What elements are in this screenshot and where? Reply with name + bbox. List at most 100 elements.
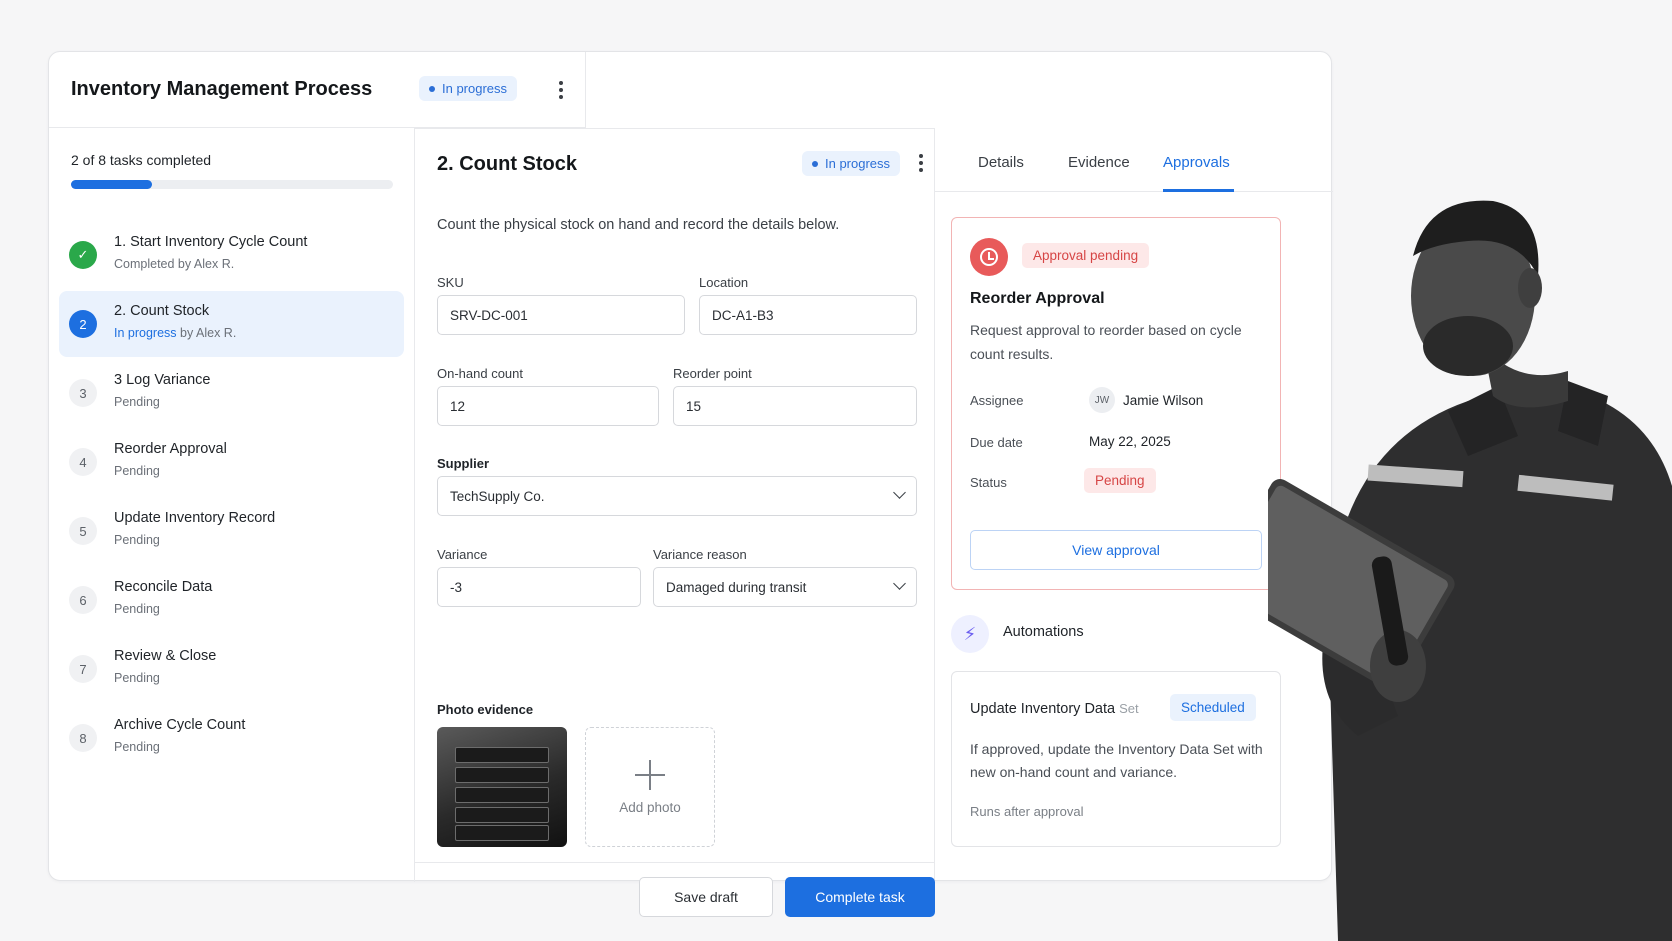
assignee-name: Jamie Wilson <box>1123 392 1204 408</box>
task-subtitle: Pending <box>114 395 160 409</box>
tab-evidence[interactable]: Evidence <box>1068 154 1130 171</box>
chevron-down-icon <box>893 486 906 499</box>
task-number: 7 <box>69 655 97 683</box>
scheduled-badge: Scheduled <box>1170 694 1256 721</box>
task-list-panel: 2 of 8 tasks completed ✓ 1. Start Invent… <box>49 128 415 882</box>
variance-input[interactable]: -3 <box>437 567 641 607</box>
worker-illustration <box>1268 196 1672 941</box>
tab-details[interactable]: Details <box>978 154 1024 171</box>
save-draft-button[interactable]: Save draft <box>639 877 773 917</box>
approval-pending-badge: Approval pending <box>1022 243 1150 268</box>
task-title: Reconcile Data <box>114 579 213 595</box>
task-title: Reorder Approval <box>114 441 227 457</box>
variance-reason-value: Damaged during transit <box>666 579 807 595</box>
approval-title: Reorder Approval <box>970 290 1105 307</box>
sku-input[interactable]: SRV-DC-001 <box>437 295 685 335</box>
footer-divider <box>415 862 935 863</box>
photo-evidence-label: Photo evidence <box>437 702 534 717</box>
on-hand-input[interactable]: 12 <box>437 386 659 426</box>
task-item-5[interactable]: 5 Update Inventory Record Pending <box>59 498 404 564</box>
automations-header: ⚡ Automations <box>951 613 1281 653</box>
reorder-point-label: Reorder point <box>673 366 752 381</box>
side-tabs: Details Evidence Approvals <box>935 128 1333 192</box>
task-subtitle: Completed by Alex R. <box>114 257 235 271</box>
task-item-7[interactable]: 7 Review & Close Pending <box>59 636 404 702</box>
task-title: 3 Log Variance <box>114 372 211 388</box>
approval-card: Approval pending Reorder Approval Reques… <box>951 217 1281 590</box>
variance-label: Variance <box>437 547 488 562</box>
due-date-label: Due date <box>970 435 1023 450</box>
automation-card[interactable]: Update Inventory Data Set Scheduled If a… <box>951 671 1281 847</box>
supplier-select[interactable]: TechSupply Co. <box>437 476 917 516</box>
task-item-4[interactable]: 4 Reorder Approval Pending <box>59 429 404 495</box>
task-item-6[interactable]: 6 Reconcile Data Pending <box>59 567 404 633</box>
sku-label: SKU <box>437 275 464 290</box>
task-item-8[interactable]: 8 Archive Cycle Count Pending <box>59 705 404 771</box>
automations-title: Automations <box>1003 624 1084 640</box>
check-icon: ✓ <box>69 241 97 269</box>
process-more-icon[interactable] <box>549 78 573 102</box>
status-badge: Pending <box>1084 468 1156 493</box>
task-number: 8 <box>69 724 97 752</box>
automation-footer: Runs after approval <box>970 804 1084 819</box>
task-subtitle: In progress by Alex R. <box>114 326 236 340</box>
lightning-icon: ⚡ <box>951 615 989 653</box>
clock-icon <box>970 238 1008 276</box>
assignee-value: JW Jamie Wilson <box>1089 387 1203 413</box>
view-approval-button[interactable]: View approval <box>970 530 1262 570</box>
task-subtitle: Pending <box>114 671 160 685</box>
status-dot-icon <box>812 160 818 167</box>
task-status-badge: In progress <box>802 151 901 176</box>
task-number: 2 <box>69 310 97 338</box>
automation-title: Update Inventory Data Set <box>970 701 1139 717</box>
add-photo-label: Add photo <box>619 799 681 815</box>
task-status-text: In progress <box>825 156 891 171</box>
supplier-label: Supplier <box>437 456 490 471</box>
plus-icon <box>635 759 665 790</box>
variance-reason-select[interactable]: Damaged during transit <box>653 567 917 607</box>
due-date-value: May 22, 2025 <box>1089 434 1171 449</box>
task-detail-title: 2. Count Stock <box>437 153 578 175</box>
process-title: Inventory Management Process <box>71 78 373 100</box>
task-item-2[interactable]: 2 2. Count Stock In progress by Alex R. <box>59 291 404 357</box>
progress-label: 2 of 8 tasks completed <box>71 152 212 168</box>
task-detail-panel: 2. Count Stock In progress Count the phy… <box>415 128 935 917</box>
process-window: Inventory Management Process In progress… <box>48 51 1333 917</box>
complete-task-button[interactable]: Complete task <box>785 877 935 917</box>
task-title: 2. Count Stock <box>114 303 210 319</box>
avatar: JW <box>1089 387 1115 413</box>
task-subtitle: Pending <box>114 740 160 754</box>
task-more-icon[interactable] <box>909 151 933 175</box>
task-status-text: In progress <box>114 326 177 340</box>
task-subtitle: Pending <box>114 602 160 616</box>
process-status-text: In progress <box>442 81 508 96</box>
status-dot-icon <box>429 85 435 92</box>
task-number: 3 <box>69 379 97 407</box>
task-number: 5 <box>69 517 97 545</box>
task-item-1[interactable]: ✓ 1. Start Inventory Cycle Count Complet… <box>59 222 404 288</box>
photo-evidence-thumbnail[interactable] <box>437 727 567 847</box>
add-photo-button[interactable]: Add photo <box>585 727 715 847</box>
reorder-point-input[interactable]: 15 <box>673 386 917 426</box>
task-number: 6 <box>69 586 97 614</box>
assignee-label: Assignee <box>970 393 1024 408</box>
process-status-badge: In progress <box>419 76 518 101</box>
progress-bar <box>71 180 393 189</box>
task-title: 1. Start Inventory Cycle Count <box>114 234 308 250</box>
status-label: Status <box>970 475 1007 490</box>
on-hand-label: On-hand count <box>437 366 524 381</box>
tab-approvals[interactable]: Approvals <box>1163 154 1230 171</box>
automation-title-text: Update Inventory Data <box>970 701 1116 717</box>
task-title: Archive Cycle Count <box>114 717 246 733</box>
supplier-value: TechSupply Co. <box>450 488 545 504</box>
task-owner-text: by Alex R. <box>180 326 237 340</box>
task-description: Count the physical stock on hand and rec… <box>437 217 840 233</box>
task-item-3[interactable]: 3 3 Log Variance Pending <box>59 360 404 426</box>
task-subtitle: Pending <box>114 464 160 478</box>
variance-reason-label: Variance reason <box>653 547 747 562</box>
task-title: Update Inventory Record <box>114 510 276 526</box>
automation-description: If approved, update the Inventory Data S… <box>970 741 1263 780</box>
location-input[interactable]: DC-A1-B3 <box>699 295 917 335</box>
process-header: Inventory Management Process In progress <box>49 52 586 128</box>
progress-bar-fill <box>71 180 152 189</box>
